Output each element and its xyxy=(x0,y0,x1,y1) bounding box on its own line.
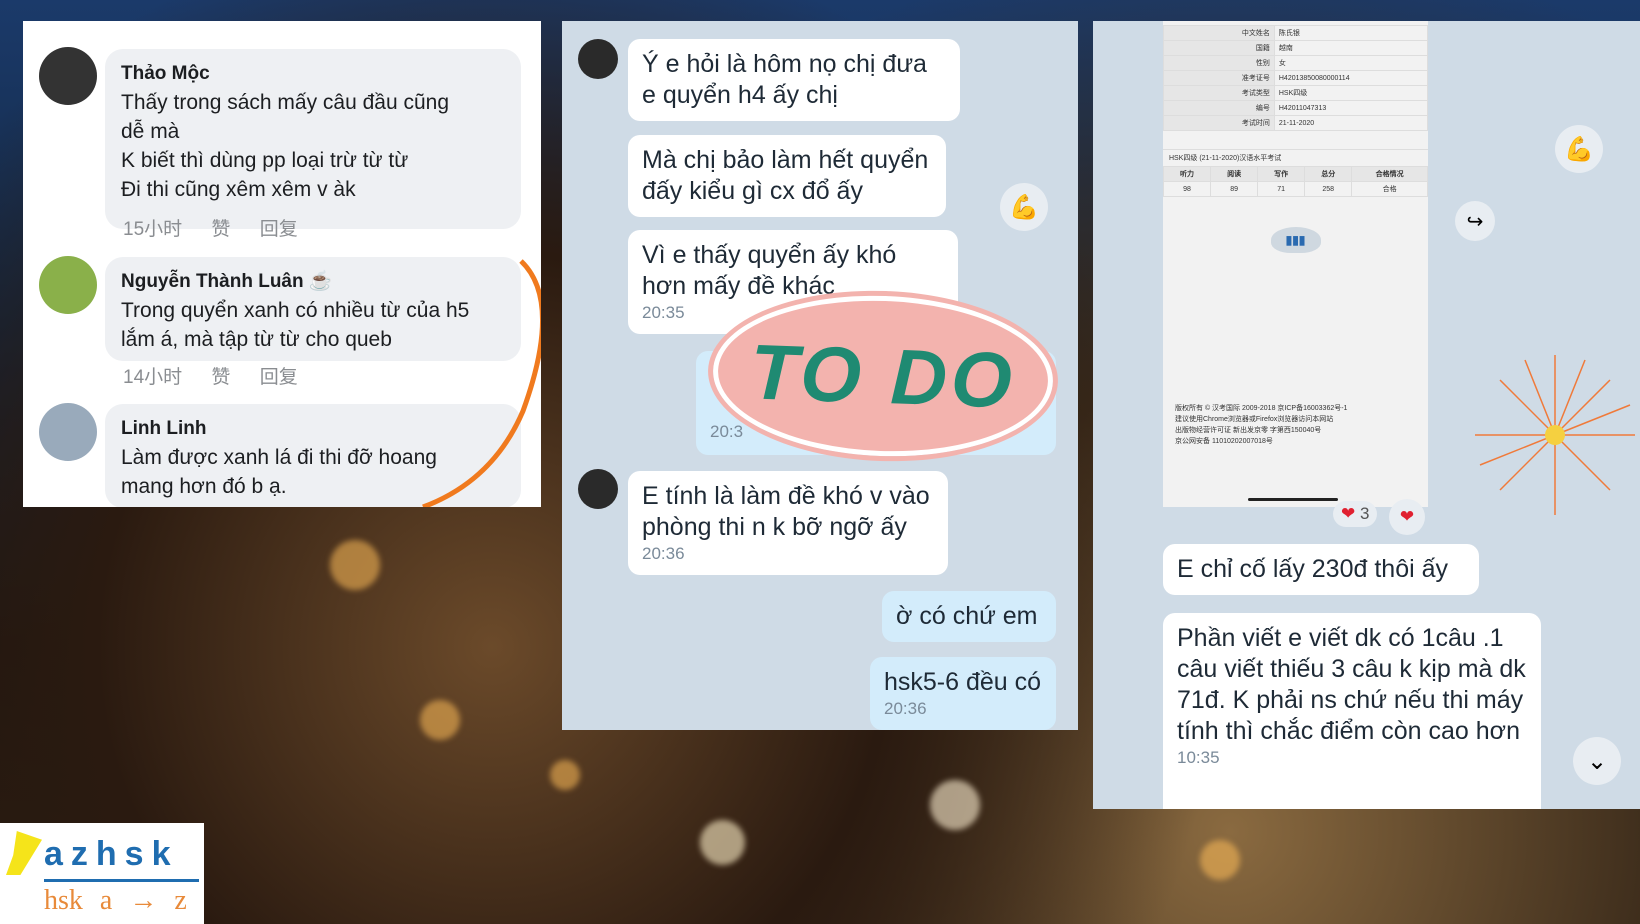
footer-line: 建议使用Chrome浏览器或Firefox浏览器访问本网站 xyxy=(1175,416,1334,423)
score-header: 写作 xyxy=(1257,166,1306,182)
reply-button[interactable]: 回复 xyxy=(260,367,298,388)
message-bubble: Phần viết e viết dk có 1câu .1 câu viết … xyxy=(1163,613,1541,809)
info-value: H42013850080000114 xyxy=(1273,70,1429,86)
comment-line: Đi thi cũng xêm xêm v àk xyxy=(121,178,356,201)
avatar xyxy=(578,469,618,509)
info-value: HSK四级 xyxy=(1273,85,1429,101)
logo-divider xyxy=(44,879,199,882)
message-text: Vì e thấy quyển ấy khó hơn mấy đề khác xyxy=(642,241,897,300)
info-label: 准考证号 xyxy=(1163,70,1275,86)
score-value: 合格 xyxy=(1351,181,1428,197)
message-bubble: ờ có chứ em xyxy=(882,591,1056,642)
flexed-biceps-icon[interactable]: 💪 xyxy=(1555,125,1603,173)
logo-text-top: azhsk xyxy=(44,835,179,873)
footer-line: 出版物经营许可证 新出发京零 字第西150040号 xyxy=(1175,427,1322,434)
flexed-biceps-icon[interactable]: 💪 xyxy=(1000,183,1048,231)
heart-icon: ❤ xyxy=(1341,504,1356,523)
azhsk-logo: azhsk hsk a → z xyxy=(0,823,204,924)
share-icon[interactable]: ↪ xyxy=(1455,201,1495,241)
message-text: E chỉ cố lấy 230đ thôi ấy xyxy=(1177,555,1448,583)
time: 14小时 xyxy=(123,367,183,388)
avatar xyxy=(578,39,618,79)
message-time: 10:35 xyxy=(1177,748,1220,767)
info-value: 21-11-2020 xyxy=(1273,115,1429,131)
footer-line: 版权所有 © 汉考国际 2009-2018 京ICP备16003362号-1 xyxy=(1175,405,1348,412)
score-table: 听力 阅读 写作 总分 合格情况 98 89 71 258 合格 xyxy=(1162,166,1428,197)
message-bubble: E tính là làm đề khó v vào phòng thi n k… xyxy=(628,471,948,575)
info-label: 国籍 xyxy=(1163,40,1275,56)
score-header: 合格情况 xyxy=(1351,166,1428,182)
info-value: 陈氏银 xyxy=(1273,25,1429,41)
site-footer: 版权所有 © 汉考国际 2009-2018 京ICP备16003362号-1 建… xyxy=(1163,403,1428,447)
like-button[interactable]: 赞 xyxy=(211,367,230,388)
message-text: Mà chị bảo làm hết quyển đấy kiểu gì cx … xyxy=(642,146,929,205)
logo-text-bottom: hsk a → z xyxy=(44,885,187,916)
avatar[interactable] xyxy=(39,403,97,461)
hanban-emblem-icon: ▮▮▮ xyxy=(1270,227,1321,253)
comment-meta: 14小时 赞 回复 xyxy=(123,362,298,389)
reply-button[interactable]: 回复 xyxy=(260,219,298,240)
score-value: 98 xyxy=(1162,181,1212,197)
stamp-text: TO DO xyxy=(748,326,1018,425)
info-value: 女 xyxy=(1273,55,1429,71)
score-value: 258 xyxy=(1304,181,1353,197)
comments-panel: Thảo Mộc Thấy trong sách mấy câu đầu cũn… xyxy=(23,21,541,507)
message-bubble: Mà chị bảo làm hết quyển đấy kiểu gì cx … xyxy=(628,135,946,217)
commenter-name[interactable]: Thảo Mộc xyxy=(121,59,505,88)
orange-annotation-line xyxy=(422,259,541,507)
info-label: 考试类型 xyxy=(1163,85,1275,101)
score-value: 71 xyxy=(1257,181,1306,197)
message-bubble: hsk5-6 đều có 20:36 xyxy=(870,657,1056,730)
comment-line: K biết thì dùng pp loại trừ từ từ xyxy=(121,149,409,172)
message-text: Phần viết e viết dk có 1câu .1 câu viết … xyxy=(1177,624,1526,745)
comment-line: Thấy trong sách mấy câu đầu cũng xyxy=(121,91,450,114)
info-label: 中文姓名 xyxy=(1163,25,1275,41)
home-indicator xyxy=(1248,498,1338,501)
heart-icon[interactable]: ❤ xyxy=(1389,499,1425,535)
message-text: Ý e hỏi là hôm nọ chị đưa e quyển h4 ấy … xyxy=(642,50,927,109)
like-button[interactable]: 赞 xyxy=(211,219,230,240)
exam-title: HSK四级 (21-11-2020)汉语水平考试 xyxy=(1163,149,1428,166)
message-text: E tính là làm đề khó v vào phòng thi n k… xyxy=(642,482,930,541)
info-label: 性别 xyxy=(1163,55,1275,71)
candidate-info-table: 中文姓名 陈氏银 国籍 越南 性别女 准考证号 H42013850080000114 … xyxy=(1163,25,1429,131)
time: 15小时 xyxy=(123,219,183,240)
hsk-score-card: 中文姓名 陈氏银 国籍 越南 性别女 准考证号 H42013850080000114 … xyxy=(1162,21,1429,507)
score-header: 总分 xyxy=(1304,166,1353,182)
message-bubble: Ý e hỏi là hôm nọ chị đưa e quyển h4 ấy … xyxy=(628,39,960,121)
info-label: 编号 xyxy=(1163,100,1275,116)
comment-meta: 15小时 赞 回复 xyxy=(123,214,298,241)
message-bubble: E chỉ cố lấy 230đ thôi ấy xyxy=(1163,544,1479,595)
reaction-count: 3 xyxy=(1359,504,1370,523)
info-label: 考试时间 xyxy=(1163,115,1275,131)
message-text: ờ có chứ em xyxy=(896,602,1038,630)
info-value: H42011047313 xyxy=(1273,100,1429,116)
avatar[interactable] xyxy=(39,47,97,105)
footer-line: 京公网安备 11010202007018号 xyxy=(1175,438,1273,445)
heart-reaction-badge[interactable]: ❤ 3 xyxy=(1333,501,1378,527)
score-value: 89 xyxy=(1210,181,1259,197)
message-text: hsk5-6 đều có xyxy=(884,668,1042,696)
message-time: 20:36 xyxy=(884,699,927,718)
score-header: 阅读 xyxy=(1210,166,1259,182)
comment-line: dễ mà xyxy=(121,120,180,143)
scroll-down-icon[interactable]: ⌄ xyxy=(1573,737,1621,785)
info-value: 越南 xyxy=(1273,40,1429,56)
message-time: 20:36 xyxy=(642,544,685,563)
desk-lamp-icon xyxy=(6,831,42,875)
score-header: 听力 xyxy=(1162,166,1212,182)
avatar[interactable] xyxy=(39,256,97,314)
firework-decoration xyxy=(1475,355,1635,515)
comment-bubble: Thảo Mộc Thấy trong sách mấy câu đầu cũn… xyxy=(105,49,521,229)
